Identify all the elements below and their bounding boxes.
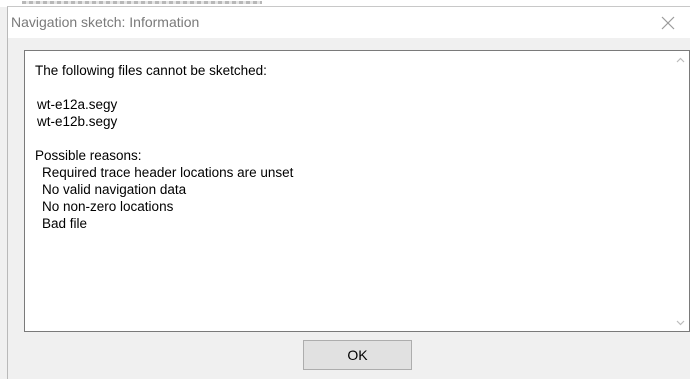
message-text-area[interactable]: The following files cannot be sketched: … xyxy=(24,50,690,332)
chevron-up-icon xyxy=(676,57,685,62)
reason-entry: No valid navigation data xyxy=(42,182,187,197)
scroll-down-button[interactable] xyxy=(672,314,689,331)
ok-button[interactable]: OK xyxy=(303,340,412,370)
message-heading: The following files cannot be sketched: xyxy=(35,63,267,78)
reason-entry: Bad file xyxy=(42,216,88,231)
close-button[interactable] xyxy=(646,7,690,38)
file-entry: wt-e12a.segy xyxy=(37,97,118,112)
reasons-heading: Possible reasons: xyxy=(35,148,142,163)
reason-entry: Required trace header locations are unse… xyxy=(42,165,294,180)
information-dialog: Navigation sketch: Information The follo… xyxy=(7,6,690,379)
chevron-down-icon xyxy=(676,320,685,325)
vertical-scrollbar[interactable] xyxy=(672,51,689,331)
scroll-track[interactable] xyxy=(672,68,689,314)
file-entry: wt-e12b.segy xyxy=(37,114,118,129)
dialog-titlebar[interactable]: Navigation sketch: Information xyxy=(8,7,690,38)
message-text: The following files cannot be sketched: … xyxy=(35,62,665,232)
scroll-up-button[interactable] xyxy=(672,51,689,68)
close-icon xyxy=(661,16,675,29)
reason-entry: No non-zero locations xyxy=(42,199,174,214)
background-window-text-fragment xyxy=(22,1,262,4)
dialog-title: Navigation sketch: Information xyxy=(11,14,200,30)
